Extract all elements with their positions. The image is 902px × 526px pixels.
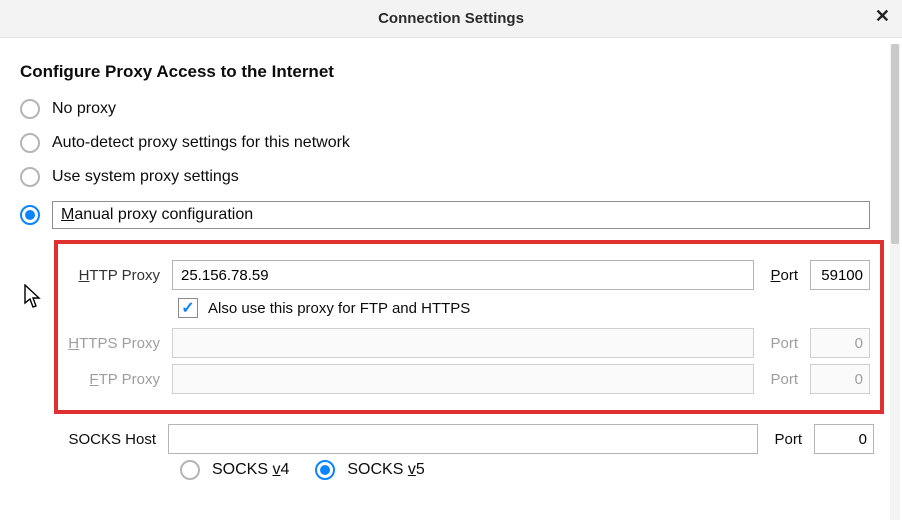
https-port-label: Port xyxy=(762,335,802,352)
socks-version-row: SOCKS v4 SOCKS v5 xyxy=(180,460,874,480)
http-port-label: Port xyxy=(762,267,802,284)
radio-auto-detect-label: Auto-detect proxy settings for this netw… xyxy=(52,134,350,152)
radio-socks-v4-row[interactable]: SOCKS v4 xyxy=(180,460,289,480)
ftp-proxy-row: FTP Proxy Port xyxy=(68,364,870,394)
radio-socks-v5-label: SOCKS v5 xyxy=(347,461,424,479)
dialog-titlebar: Connection Settings ✕ xyxy=(0,0,902,38)
radio-socks-v4[interactable] xyxy=(180,460,200,480)
radio-no-proxy[interactable] xyxy=(20,99,40,119)
radio-manual-label: Manual proxy configuration xyxy=(52,201,870,229)
https-proxy-label: HTTPS Proxy xyxy=(68,335,164,352)
radio-auto-detect[interactable] xyxy=(20,133,40,153)
dialog-body: Configure Proxy Access to the Internet N… xyxy=(0,38,902,526)
radio-socks-v5[interactable] xyxy=(315,460,335,480)
http-proxy-row: HTTP Proxy Port xyxy=(68,260,870,290)
radio-no-proxy-row[interactable]: No proxy xyxy=(20,92,874,126)
ftp-port-input xyxy=(810,364,870,394)
radio-socks-v5-row[interactable]: SOCKS v5 xyxy=(315,460,424,480)
socks-host-input[interactable] xyxy=(168,424,758,454)
http-port-input[interactable] xyxy=(810,260,870,290)
radio-no-proxy-label: No proxy xyxy=(52,100,116,118)
radio-manual[interactable] xyxy=(20,205,40,225)
cursor-icon xyxy=(24,284,44,310)
ftp-port-label: Port xyxy=(762,371,802,388)
socks-port-label: Port xyxy=(766,431,806,448)
radio-use-system[interactable] xyxy=(20,167,40,187)
radio-use-system-label: Use system proxy settings xyxy=(52,168,239,186)
dialog-title: Connection Settings xyxy=(378,10,524,27)
http-proxy-label: HTTP Proxy xyxy=(68,267,164,284)
scrollbar[interactable] xyxy=(890,44,900,520)
ftp-proxy-input xyxy=(172,364,754,394)
socks-host-row: SOCKS Host Port xyxy=(64,424,874,454)
radio-auto-detect-row[interactable]: Auto-detect proxy settings for this netw… xyxy=(20,126,874,160)
https-proxy-row: HTTPS Proxy Port xyxy=(68,328,870,358)
ftp-proxy-label: FTP Proxy xyxy=(68,371,164,388)
radio-socks-v4-label: SOCKS v4 xyxy=(212,461,289,479)
close-icon[interactable]: ✕ xyxy=(875,6,890,27)
section-heading: Configure Proxy Access to the Internet xyxy=(20,62,874,82)
radio-use-system-row[interactable]: Use system proxy settings xyxy=(20,160,874,194)
radio-manual-row[interactable]: Manual proxy configuration xyxy=(20,194,874,236)
socks-host-label: SOCKS Host xyxy=(64,431,160,448)
https-port-input xyxy=(810,328,870,358)
https-proxy-input xyxy=(172,328,754,358)
http-proxy-input[interactable] xyxy=(172,260,754,290)
also-use-row[interactable]: ✓ Also use this proxy for FTP and HTTPS xyxy=(178,298,870,318)
socks-port-input[interactable] xyxy=(814,424,874,454)
also-use-label: Also use this proxy for FTP and HTTPS xyxy=(208,300,470,317)
also-use-checkbox[interactable]: ✓ xyxy=(178,298,198,318)
highlight-box: HTTP Proxy Port ✓ Also use this proxy fo… xyxy=(54,240,884,414)
scrollbar-thumb[interactable] xyxy=(891,44,899,244)
